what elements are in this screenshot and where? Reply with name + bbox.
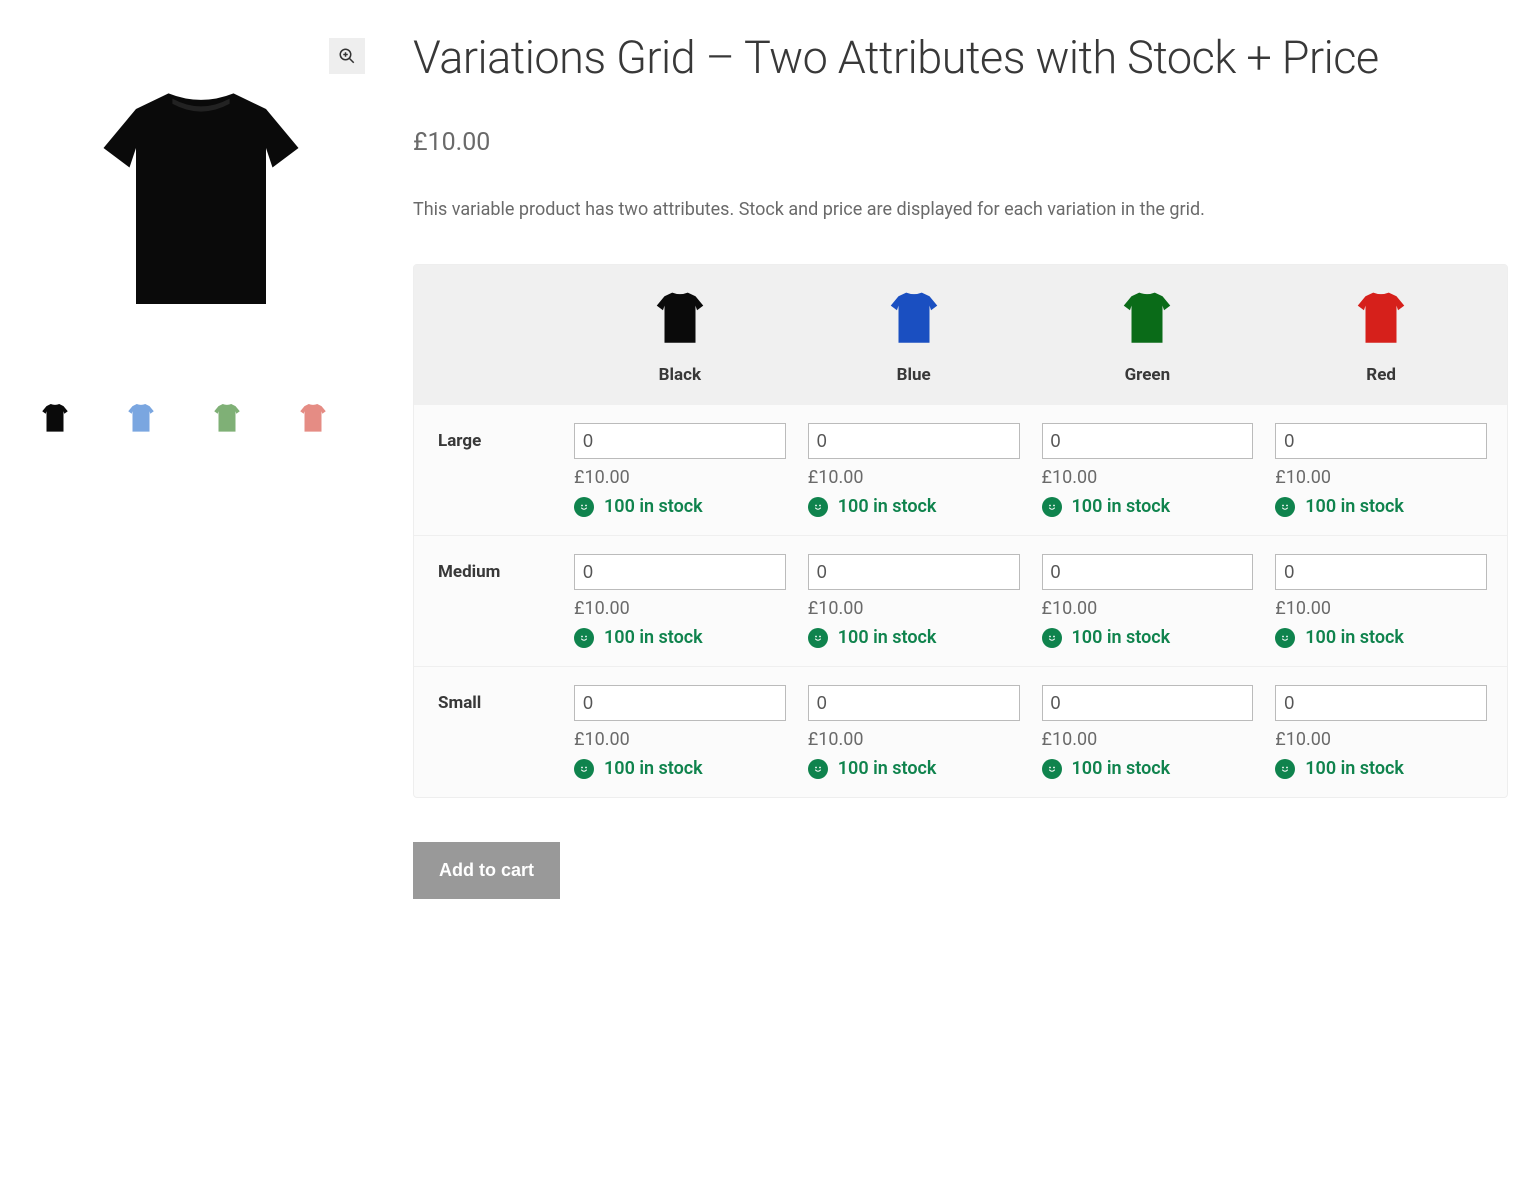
variation-cell: £10.00 100 in stock (802, 548, 1026, 654)
smiley-icon (1275, 759, 1295, 779)
variation-price: £10.00 (1042, 467, 1254, 488)
color-label: Black (568, 365, 792, 385)
stock-status: 100 in stock (574, 758, 786, 779)
gallery-thumb[interactable] (210, 400, 244, 436)
smiley-icon (808, 628, 828, 648)
gallery-thumb[interactable] (124, 400, 158, 436)
variations-grid: Black Blue Green Red Large £10.00 100 in… (413, 264, 1508, 798)
variation-cell: £10.00 100 in stock (802, 679, 1026, 785)
color-label: Green (1036, 365, 1260, 385)
gallery-thumb[interactable] (296, 400, 330, 436)
stock-status: 100 in stock (574, 496, 786, 517)
stock-status: 100 in stock (574, 627, 786, 648)
variation-cell: £10.00 100 in stock (1269, 417, 1493, 523)
quantity-input[interactable] (808, 423, 1020, 459)
quantity-input[interactable] (1042, 685, 1254, 721)
product-gallery (28, 30, 373, 899)
smiley-icon (574, 759, 594, 779)
tshirt-icon (802, 285, 1026, 355)
variation-price: £10.00 (574, 467, 786, 488)
quantity-input[interactable] (574, 554, 786, 590)
variation-price: £10.00 (808, 467, 1020, 488)
variation-cell: £10.00 100 in stock (1036, 548, 1260, 654)
grid-header-cell: Black (568, 285, 792, 385)
variation-cell: £10.00 100 in stock (1036, 417, 1260, 523)
product-price: £10.00 (413, 128, 1508, 157)
stock-status: 100 in stock (808, 627, 1020, 648)
variation-cell: £10.00 100 in stock (568, 679, 792, 785)
quantity-input[interactable] (808, 554, 1020, 590)
product-details: Variations Grid – Two Attributes with St… (413, 30, 1508, 899)
variation-price: £10.00 (808, 598, 1020, 619)
smiley-icon (808, 497, 828, 517)
quantity-input[interactable] (1042, 423, 1254, 459)
smiley-icon (574, 628, 594, 648)
color-label: Red (1269, 365, 1493, 385)
stock-status: 100 in stock (808, 758, 1020, 779)
size-label: Small (428, 679, 558, 713)
grid-header-cell: Green (1036, 285, 1260, 385)
stock-status: 100 in stock (1275, 758, 1487, 779)
product-main-image[interactable] (28, 30, 373, 370)
smiley-icon (808, 759, 828, 779)
quantity-input[interactable] (1275, 554, 1487, 590)
smiley-icon (1275, 497, 1295, 517)
quantity-input[interactable] (1275, 685, 1487, 721)
variation-cell: £10.00 100 in stock (802, 417, 1026, 523)
variation-price: £10.00 (1275, 467, 1487, 488)
variation-cell: £10.00 100 in stock (1269, 548, 1493, 654)
smiley-icon (574, 497, 594, 517)
product-description: This variable product has two attributes… (413, 197, 1508, 222)
stock-status: 100 in stock (1042, 496, 1254, 517)
zoom-in-icon[interactable] (329, 38, 365, 74)
grid-row: Medium £10.00 100 in stock £10.00 100 in… (414, 535, 1507, 666)
variation-cell: £10.00 100 in stock (568, 417, 792, 523)
color-label: Blue (802, 365, 1026, 385)
stock-status: 100 in stock (1042, 758, 1254, 779)
gallery-thumb[interactable] (38, 400, 72, 436)
grid-header-cell: Red (1269, 285, 1493, 385)
stock-status: 100 in stock (808, 496, 1020, 517)
variation-cell: £10.00 100 in stock (1269, 679, 1493, 785)
smiley-icon (1275, 628, 1295, 648)
tshirt-icon (568, 285, 792, 355)
stock-status: 100 in stock (1042, 627, 1254, 648)
size-label: Large (428, 417, 558, 451)
variation-price: £10.00 (808, 729, 1020, 750)
grid-header-cell: Blue (802, 285, 1026, 385)
add-to-cart-button[interactable]: Add to cart (413, 842, 560, 899)
variation-cell: £10.00 100 in stock (1036, 679, 1260, 785)
gallery-thumbs (28, 400, 373, 436)
grid-header: Black Blue Green Red (414, 265, 1507, 405)
stock-status: 100 in stock (1275, 496, 1487, 517)
quantity-input[interactable] (574, 685, 786, 721)
variation-price: £10.00 (1042, 598, 1254, 619)
smiley-icon (1042, 628, 1062, 648)
variation-price: £10.00 (1042, 729, 1254, 750)
tshirt-icon (1036, 285, 1260, 355)
variation-cell: £10.00 100 in stock (568, 548, 792, 654)
tshirt-icon (1269, 285, 1493, 355)
product-title: Variations Grid – Two Attributes with St… (413, 30, 1508, 86)
variation-price: £10.00 (1275, 598, 1487, 619)
smiley-icon (1042, 497, 1062, 517)
variation-price: £10.00 (574, 598, 786, 619)
variation-price: £10.00 (574, 729, 786, 750)
grid-row: Large £10.00 100 in stock £10.00 100 in … (414, 405, 1507, 535)
size-label: Medium (428, 548, 558, 582)
grid-row: Small £10.00 100 in stock £10.00 100 in … (414, 666, 1507, 797)
quantity-input[interactable] (1275, 423, 1487, 459)
variation-price: £10.00 (1275, 729, 1487, 750)
quantity-input[interactable] (1042, 554, 1254, 590)
stock-status: 100 in stock (1275, 627, 1487, 648)
quantity-input[interactable] (808, 685, 1020, 721)
quantity-input[interactable] (574, 423, 786, 459)
smiley-icon (1042, 759, 1062, 779)
